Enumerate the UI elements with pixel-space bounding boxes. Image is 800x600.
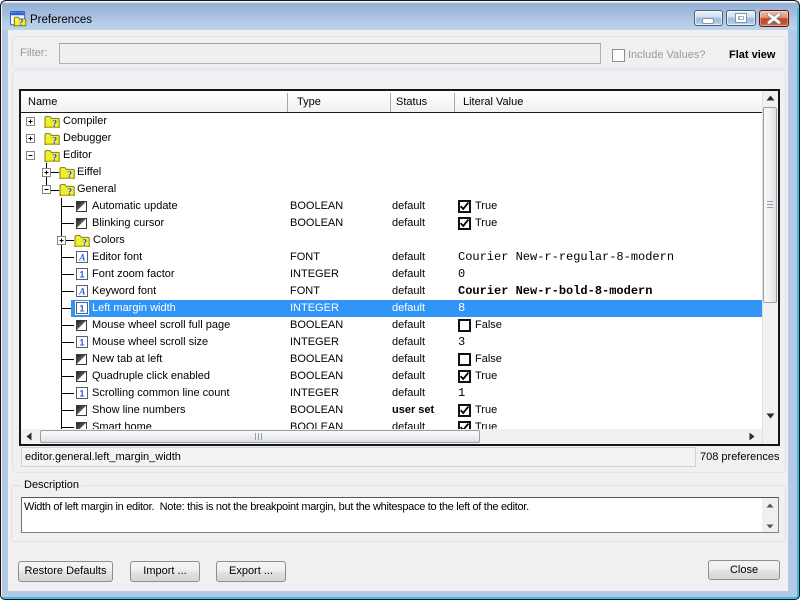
svg-text:?: ? — [52, 136, 57, 146]
svg-text:?: ? — [52, 153, 57, 163]
svg-text:?: ? — [82, 238, 87, 248]
svg-text:A: A — [78, 253, 85, 263]
svg-text:1: 1 — [79, 337, 84, 347]
svg-text:1: 1 — [79, 303, 84, 313]
svg-text:?: ? — [67, 170, 72, 180]
svg-text:?: ? — [52, 119, 57, 129]
svg-text:?: ? — [67, 187, 72, 197]
svg-text:A: A — [78, 287, 85, 297]
svg-text:1: 1 — [79, 388, 84, 398]
svg-text:?: ? — [19, 18, 24, 27]
svg-text:1: 1 — [79, 269, 84, 279]
